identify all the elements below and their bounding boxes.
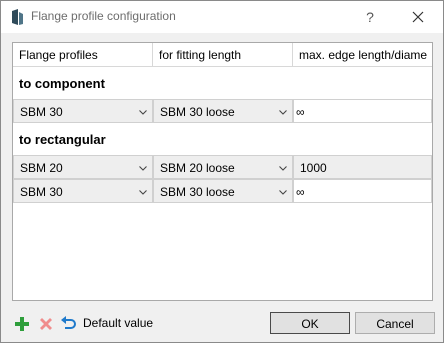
dialog-window: Flange profile configuration ? Flange pr… — [0, 0, 444, 343]
profile-select-value: SBM 30 — [20, 105, 63, 119]
group-title-to-rectangular: to rectangular — [19, 132, 106, 147]
fitting-select[interactable]: SBM 20 loose — [153, 155, 293, 179]
chevron-down-icon — [139, 189, 147, 195]
default-value-button[interactable]: Default value — [83, 316, 153, 330]
help-button[interactable]: ? — [357, 7, 383, 27]
plus-icon[interactable] — [13, 315, 31, 333]
window-title: Flange profile configuration — [31, 9, 176, 23]
chevron-down-icon — [139, 109, 147, 115]
column-header-flange-profiles[interactable]: Flange profiles — [13, 43, 153, 67]
fitting-select-value: SBM 30 loose — [160, 105, 235, 119]
cancel-button[interactable]: Cancel — [355, 312, 435, 334]
undo-arrow-icon[interactable] — [60, 315, 78, 333]
chevron-down-icon — [279, 109, 287, 115]
profile-select[interactable]: SBM 30 — [13, 179, 153, 203]
max-edge-input[interactable]: ∞ — [293, 179, 432, 203]
ok-button[interactable]: OK — [270, 312, 350, 334]
profile-table: Flange profiles for fitting length max. … — [12, 42, 433, 301]
profile-select-value: SBM 20 — [20, 161, 63, 175]
max-edge-input[interactable]: ∞ — [293, 99, 432, 123]
max-edge-value[interactable]: 1000 — [293, 155, 432, 179]
chevron-down-icon — [279, 189, 287, 195]
profile-select[interactable]: SBM 20 — [13, 155, 153, 179]
close-icon — [412, 11, 424, 23]
group-title-to-component: to component — [19, 76, 105, 91]
fitting-select[interactable]: SBM 30 loose — [153, 179, 293, 203]
fitting-select[interactable]: SBM 30 loose — [153, 99, 293, 123]
close-button[interactable] — [405, 7, 431, 27]
button-bar: Default value OK Cancel — [1, 307, 443, 342]
column-header-fitting-length[interactable]: for fitting length — [153, 43, 293, 67]
chevron-down-icon — [279, 165, 287, 171]
profile-select[interactable]: SBM 30 — [13, 99, 153, 123]
title-bar[interactable]: Flange profile configuration ? — [1, 1, 443, 33]
fitting-select-value: SBM 30 loose — [160, 185, 235, 199]
delete-x-icon[interactable] — [37, 315, 55, 333]
profile-select-value: SBM 30 — [20, 185, 63, 199]
chevron-down-icon — [139, 165, 147, 171]
column-header-max-edge[interactable]: max. edge length/diame — [293, 43, 432, 67]
app-logo-icon — [12, 9, 23, 25]
fitting-select-value: SBM 20 loose — [160, 161, 235, 175]
